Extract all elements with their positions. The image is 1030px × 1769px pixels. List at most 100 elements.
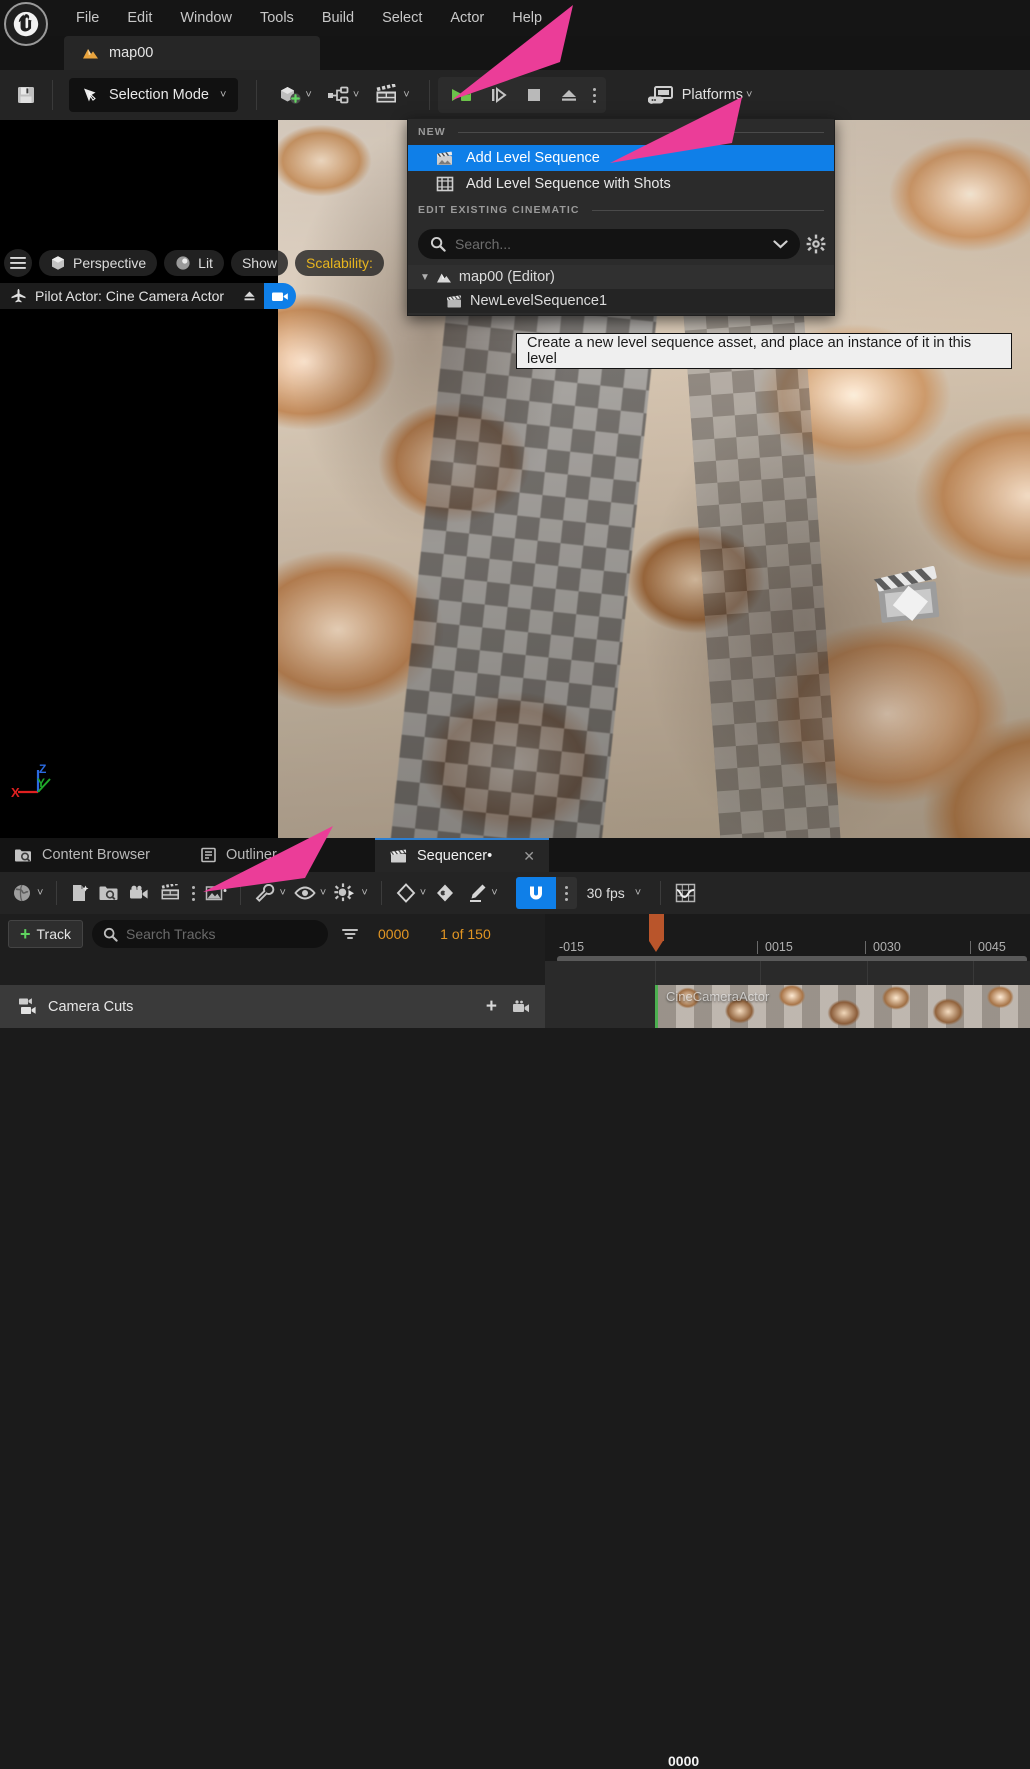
chevron-down-icon: ˅ [220, 89, 226, 101]
menu-item-build[interactable]: Build [308, 0, 368, 36]
plus-icon: + [20, 925, 31, 943]
menu-section-edit-existing-label: EDIT EXISTING CINEMATIC [418, 204, 580, 216]
timeline-ruler[interactable]: -015 0015 0030 0045 [545, 914, 1030, 961]
tooltip-text: Create a new level sequence asset, and p… [527, 335, 1001, 367]
cursor-select-icon [81, 86, 100, 105]
chevron-down-icon[interactable] [773, 239, 788, 249]
camera-cuts-section[interactable]: CineCameraActor [545, 961, 1030, 1028]
menu-item-edit[interactable]: Edit [113, 0, 166, 36]
create-camera-button[interactable] [124, 877, 155, 909]
filter-icon[interactable] [341, 926, 359, 942]
add-level-sequence-icon [436, 150, 454, 166]
toolbar-separator [52, 80, 53, 110]
viewport-view-type-label: Perspective [73, 255, 146, 271]
add-track-button[interactable]: + Track [8, 920, 83, 948]
snap-toggle-button[interactable] [516, 877, 556, 909]
tab-sequencer[interactable]: Sequencer• ✕ [375, 838, 549, 872]
frame-rate-dropdown[interactable]: 30 fps ˅ [577, 885, 652, 901]
viewport-show-button[interactable]: Show [231, 250, 288, 276]
curve-editor-button[interactable] [670, 877, 702, 909]
menu-item-window[interactable]: Window [166, 0, 246, 36]
track-rows: CineCameraActor Camera Cuts + [0, 961, 1030, 1028]
level-sequence-shots-icon [436, 176, 454, 192]
divider [592, 210, 824, 211]
snap-options-button[interactable] [556, 886, 577, 901]
edit-keys-button[interactable]: ˅ [462, 877, 501, 909]
add-camera-cut-button[interactable]: + [486, 996, 497, 1018]
viewport-axis-gizmo: X Z Y [8, 752, 68, 808]
frame-rate-label: 30 fps [587, 885, 625, 901]
tab-content-browser[interactable]: Content Browser [0, 838, 164, 872]
chevron-down-icon: ˅ [353, 89, 359, 101]
viewport-scalability[interactable]: Scalability: [295, 250, 384, 276]
level-tab-map00[interactable]: map00 [64, 36, 320, 70]
cinematic-search-input[interactable]: Search... [418, 229, 800, 259]
separator [56, 881, 57, 905]
tree-row-world[interactable]: ▼ map00 (Editor) World [408, 265, 834, 289]
menu-section-edit-existing: EDIT EXISTING CINEMATIC [408, 197, 834, 223]
gear-icon[interactable] [806, 234, 826, 254]
content-browser-icon [14, 847, 33, 863]
tickline [865, 941, 866, 954]
tab-label: Content Browser [42, 847, 150, 863]
pilot-plane-icon [10, 288, 27, 304]
menu-item-file[interactable]: File [62, 0, 113, 36]
track-row-camera-cuts[interactable]: Camera Cuts + [0, 985, 545, 1028]
svg-text:Y: Y [37, 776, 45, 790]
tooltip: Create a new level sequence asset, and p… [516, 333, 1012, 369]
pilot-eject-button[interactable] [234, 283, 264, 309]
expander-icon[interactable]: ▼ [420, 272, 430, 283]
render-movie-button[interactable] [155, 877, 186, 909]
pilot-actor-bar: Pilot Actor: Cine Camera Actor [0, 283, 296, 309]
frame-range-display[interactable]: 1 of 150 [440, 926, 491, 942]
cinematics-button[interactable]: ˅ [366, 78, 416, 112]
menu-item-label: Add Level Sequence with Shots [466, 176, 671, 192]
viewport-view-type-button[interactable]: Perspective [39, 250, 157, 276]
chevron-down-icon: ˅ [403, 89, 409, 101]
viewport-toolbar: Perspective Lit Show Scalability: [4, 250, 384, 276]
chevron-down-icon: ˅ [37, 887, 43, 899]
annotation-arrow-add-level-sequence [590, 95, 750, 175]
open-sequence-button[interactable] [94, 877, 124, 909]
chevron-down-icon: ˅ [361, 887, 367, 899]
svg-text:Z: Z [39, 762, 46, 776]
chevron-down-icon: ˅ [635, 887, 641, 899]
annotation-arrow-create-camera [185, 820, 345, 900]
cinematic-search-placeholder: Search... [455, 236, 764, 252]
tickline [970, 941, 971, 954]
save-button[interactable] [8, 78, 44, 112]
pilot-camera-button[interactable] [264, 283, 296, 309]
separator-3 [381, 881, 382, 905]
timeline-playhead[interactable] [649, 914, 664, 954]
tree-row-name: NewLevelSequence1 [470, 293, 607, 309]
search-tracks-input[interactable]: Search Tracks [92, 920, 328, 948]
keyframe-type-button[interactable]: ˅ [391, 877, 430, 909]
selection-mode-button[interactable]: Selection Mode ˅ [69, 78, 238, 112]
unreal-engine-logo-icon[interactable] [4, 2, 48, 46]
tick-label: -015 [559, 940, 584, 954]
level-map-icon [82, 46, 99, 60]
camera-cut-clip[interactable]: CineCameraActor [655, 985, 1030, 1028]
track-header-bar: + Track Search Tracks 0000 1 of 150 [0, 914, 545, 954]
key-interpolation-button[interactable] [430, 877, 462, 909]
tick-label: 0015 [765, 940, 793, 954]
chevron-down-icon: ˅ [420, 887, 426, 899]
tree-row-sequence[interactable]: NewLevelSequence1 LevelSequenceActor [408, 289, 834, 313]
pilot-actor-button[interactable]: Pilot Actor: Cine Camera Actor [0, 283, 234, 309]
menu-search-row: Search... [408, 223, 834, 265]
menu-item-select[interactable]: Select [368, 0, 436, 36]
toolbar-separator-2 [256, 80, 257, 110]
camera-icon[interactable] [511, 999, 531, 1015]
new-sequence-button[interactable] [66, 877, 94, 909]
level-sequence-clapper-icon[interactable] [870, 560, 948, 630]
viewport-view-mode-button[interactable]: Lit [164, 250, 224, 276]
close-icon[interactable]: ✕ [523, 848, 535, 865]
current-frame-display[interactable]: 0000 [378, 926, 409, 942]
create-actor-button[interactable]: ˅ [271, 78, 318, 112]
hamburger-icon[interactable] [4, 249, 32, 277]
blueprints-button[interactable]: ˅ [319, 78, 366, 112]
world-picker-button[interactable]: ˅ [8, 877, 47, 909]
tab-label: Sequencer• [417, 848, 492, 864]
search-icon [430, 236, 446, 252]
menu-item-tools[interactable]: Tools [246, 0, 308, 36]
